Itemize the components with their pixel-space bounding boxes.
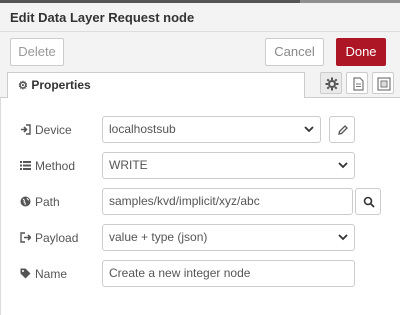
dialog-toolbar: Delete Cancel Done (0, 32, 400, 70)
payload-label: Payload (20, 231, 78, 245)
pencil-icon (338, 125, 348, 135)
dialog-title: Edit Data Layer Request node (10, 10, 195, 25)
edit-config-button[interactable] (329, 116, 355, 143)
tab-bar: ⚙ Properties (0, 70, 400, 99)
payload-row: Payload value + type (json) (0, 224, 400, 252)
list-icon (20, 161, 31, 170)
device-row: Device localhostsub (0, 116, 400, 144)
delete-button[interactable]: Delete (10, 38, 64, 66)
path-label: Path (20, 195, 60, 209)
device-select[interactable]: localhostsub (102, 116, 321, 143)
browse-path-button[interactable] (355, 188, 381, 215)
name-label: Name (20, 267, 67, 281)
search-icon (363, 196, 375, 208)
sign-out-icon (20, 232, 32, 243)
method-label: Method (20, 159, 75, 173)
name-input[interactable]: Create a new integer node (102, 260, 355, 287)
method-select[interactable]: WRITE (102, 152, 355, 179)
path-input[interactable]: samples/kvd/implicit/xyz/abc (102, 188, 353, 215)
tag-icon (20, 268, 31, 279)
path-row: Path samples/kvd/implicit/xyz/abc (0, 188, 400, 216)
settings-icon (325, 77, 339, 91)
panel-left-border (0, 98, 1, 315)
globe-icon (20, 196, 31, 207)
name-row: Name Create a new integer node (0, 260, 400, 288)
tab-properties[interactable]: ⚙ Properties (7, 72, 305, 99)
appearance-icon-button[interactable] (372, 72, 394, 94)
method-row: Method WRITE (0, 152, 400, 180)
path-value: samples/kvd/implicit/xyz/abc (109, 194, 260, 208)
payload-value: value + type (json) (109, 230, 208, 244)
description-icon (353, 77, 364, 91)
settings-icon-button[interactable] (320, 72, 342, 94)
description-icon-button[interactable] (346, 72, 368, 94)
chevron-down-icon (338, 162, 348, 169)
payload-select[interactable]: value + type (json) (102, 224, 355, 251)
properties-panel: Device localhostsub Method WRITE Path sa… (0, 98, 400, 315)
chevron-down-icon (304, 126, 314, 133)
cancel-button[interactable]: Cancel (265, 38, 324, 66)
name-value: Create a new integer node (109, 266, 251, 280)
tab-properties-label: Properties (31, 78, 91, 92)
sign-in-icon (21, 124, 31, 135)
dialog-header: Edit Data Layer Request node (0, 3, 400, 32)
device-label: Device (20, 123, 72, 137)
method-value: WRITE (109, 158, 148, 172)
done-button[interactable]: Done (336, 38, 386, 66)
gear-icon: ⚙ (18, 80, 28, 92)
chevron-down-icon (338, 234, 348, 241)
appearance-icon (377, 77, 391, 91)
device-value: localhostsub (109, 122, 176, 136)
